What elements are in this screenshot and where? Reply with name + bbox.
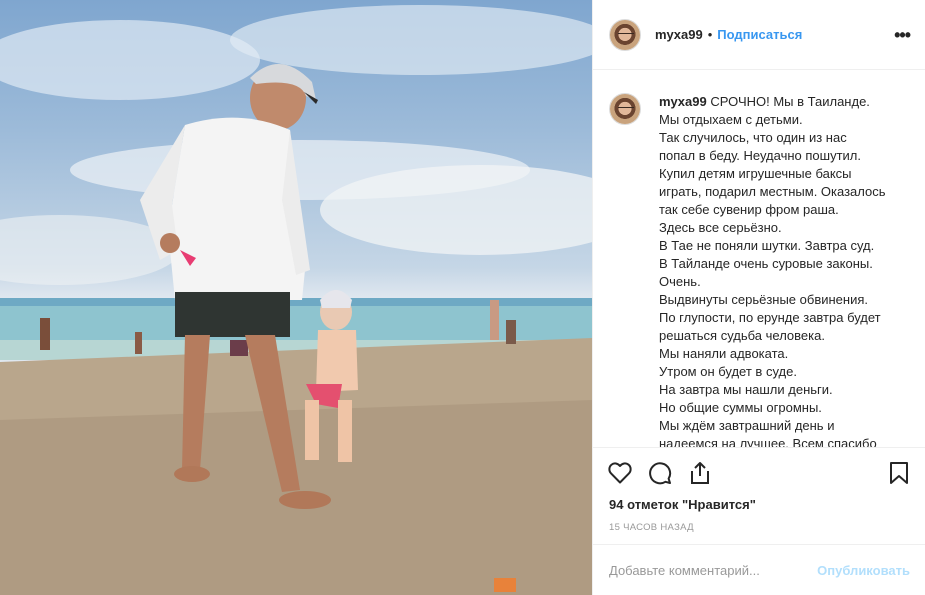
caption-avatar[interactable]	[609, 93, 641, 125]
heart-icon[interactable]	[607, 460, 633, 486]
caption-line: Мы ждём завтрашний день и	[659, 418, 835, 433]
caption-line: В Тайланде очень суровые законы.	[659, 256, 873, 271]
caption-line: Так случилось, что один из нас	[659, 130, 847, 145]
caption-text: myxa99 СРОЧНО! Мы в Таиланде. Мы отдыхае…	[659, 93, 886, 447]
more-options-icon[interactable]: •••	[894, 26, 911, 44]
post-timestamp[interactable]: 15 ЧАСОВ НАЗАД	[609, 522, 694, 533]
caption-line: На завтра мы нашли деньги.	[659, 382, 833, 397]
caption-line: Купил детям игрушечные баксы	[659, 166, 852, 181]
caption-username[interactable]: myxa99	[659, 94, 707, 109]
caption-line: Мы наняли адвоката.	[659, 346, 789, 361]
caption-line: Утром он будет в суде.	[659, 364, 797, 379]
author-username[interactable]: myxa99	[655, 27, 703, 42]
post-side-panel: myxa99 • Подписаться ••• myxa99 СРОЧНО! …	[592, 0, 925, 595]
bookmark-icon[interactable]	[886, 460, 912, 486]
publish-button[interactable]: Опубликовать	[817, 563, 910, 578]
comment-bar: Опубликовать	[593, 544, 925, 595]
caption-line: По глупости, по ерунде завтра будет	[659, 310, 881, 325]
caption-line: Выдвинуты серьёзные обвинения.	[659, 292, 868, 307]
caption-line: решаться судьба человека.	[659, 328, 825, 343]
comment-input[interactable]	[609, 562, 818, 578]
post-header: myxa99 • Подписаться •••	[593, 0, 925, 70]
caption-section: myxa99 СРОЧНО! Мы в Таиланде. Мы отдыхае…	[593, 71, 925, 447]
caption-line: Мы отдыхаем с детьми.	[659, 112, 803, 127]
caption-line: попал в беду. Неудачно пошутил.	[659, 148, 861, 163]
share-icon[interactable]	[687, 460, 713, 486]
caption-line: Очень.	[659, 274, 701, 289]
likes-count[interactable]: 94 отметок "Нравится"	[609, 497, 756, 512]
beach-scene-image	[0, 5, 592, 595]
caption-line: надеемся на лучшее. Всем спасибо	[659, 436, 877, 447]
caption-line: Но общие суммы огромны.	[659, 400, 822, 415]
caption-line: так себе сувенир фром раша.	[659, 202, 839, 217]
comment-icon[interactable]	[647, 460, 673, 486]
caption-line: играть, подарил местным. Оказалось	[659, 184, 886, 199]
caption-line: myxa99 СРОЧНО! Мы в Таиланде.	[659, 94, 870, 109]
separator-dot: •	[707, 27, 713, 42]
action-icons	[607, 460, 713, 486]
post-photo[interactable]	[0, 0, 592, 595]
author-avatar[interactable]	[609, 18, 641, 51]
follow-button[interactable]: Подписаться	[717, 27, 802, 42]
caption-line: Здесь все серьёзно.	[659, 220, 782, 235]
caption-line: В Тае не поняли шутки. Завтра суд.	[659, 238, 875, 253]
